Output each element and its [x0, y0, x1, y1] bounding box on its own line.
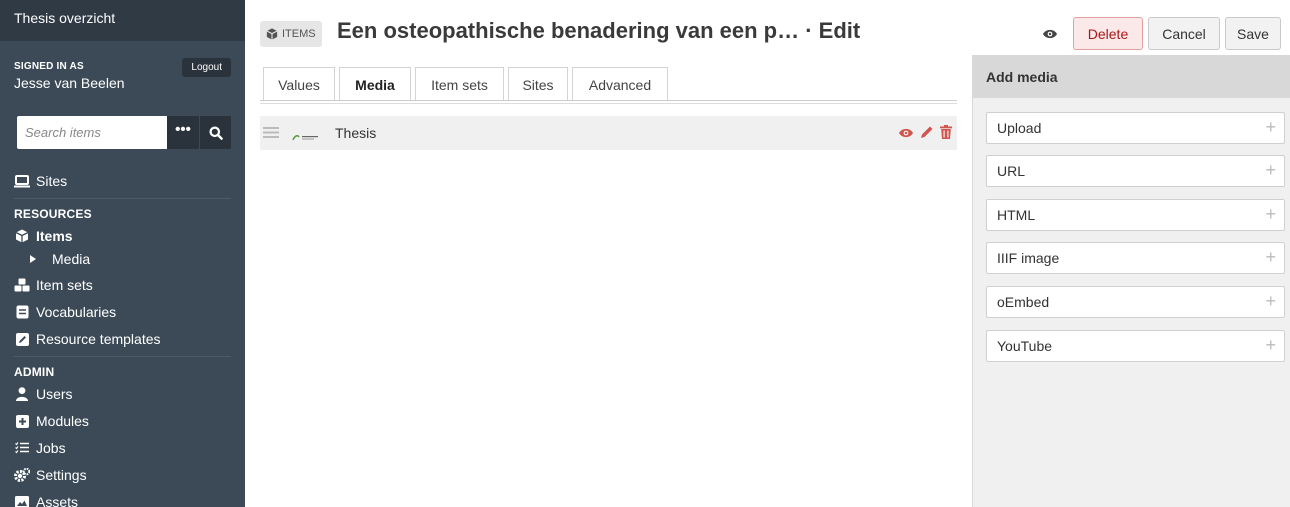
tab-advanced[interactable]: Advanced — [572, 67, 668, 101]
eye-icon — [1043, 29, 1057, 39]
media-list-item: Thesis — [260, 116, 957, 150]
nav-modules[interactable]: Modules — [14, 413, 89, 429]
add-url-label: URL — [997, 163, 1026, 179]
cubes-icon — [14, 278, 30, 292]
site-brand[interactable]: Thesis overzicht — [0, 0, 245, 41]
cancel-button[interactable]: Cancel — [1148, 17, 1220, 50]
add-media-heading: Add media — [973, 55, 1290, 98]
pencil-icon[interactable] — [920, 125, 934, 144]
resource-type-label: ITEMS — [282, 28, 316, 40]
add-oembed-button[interactable]: oEmbed + — [986, 286, 1285, 318]
plus-square-icon — [14, 414, 30, 428]
tab-media[interactable]: Media — [339, 67, 411, 101]
save-button[interactable]: Save — [1225, 17, 1281, 50]
add-media-panel: Add media Upload + URL + HTML + IIIF image +… — [972, 55, 1290, 507]
search-form: Search items ••• — [17, 116, 231, 149]
nav-sites-label: Sites — [36, 173, 68, 189]
nav-jobs-label: Jobs — [36, 440, 66, 456]
nav-assets-label: Assets — [36, 494, 79, 507]
divider — [14, 356, 231, 357]
plus-icon: + — [1265, 247, 1276, 267]
add-youtube-button[interactable]: YouTube + — [986, 330, 1285, 362]
cube-icon — [14, 229, 30, 243]
add-html-button[interactable]: HTML + — [986, 199, 1285, 231]
tab-item-sets[interactable]: Item sets — [415, 67, 504, 101]
user-icon — [14, 387, 30, 401]
tasks-icon — [14, 442, 30, 454]
nav-assets[interactable]: Assets — [14, 494, 78, 507]
add-upload-button[interactable]: Upload + — [986, 112, 1285, 144]
divider — [14, 198, 231, 199]
add-oembed-label: oEmbed — [997, 294, 1050, 310]
plus-icon: + — [1265, 117, 1276, 137]
cube-icon — [266, 28, 278, 40]
nav-item-sets[interactable]: Item sets — [14, 277, 93, 293]
resource-type-tag: ITEMS — [260, 21, 322, 47]
tabs-border — [260, 100, 957, 101]
caret-right-icon — [28, 255, 38, 263]
search-input[interactable]: Search items — [17, 116, 167, 149]
search-button[interactable] — [200, 116, 231, 149]
nav-vocabularies-label: Vocabularies — [36, 304, 117, 320]
cogs-icon — [14, 468, 30, 482]
nav-items[interactable]: Items — [14, 228, 73, 244]
drag-handle-icon[interactable] — [263, 126, 279, 144]
image-icon — [14, 496, 30, 507]
nav-vocabularies[interactable]: Vocabularies — [14, 304, 116, 320]
laptop-icon — [14, 174, 30, 188]
nav-media-label: Media — [52, 251, 91, 267]
eye-icon[interactable] — [898, 126, 914, 144]
plus-icon: + — [1265, 335, 1276, 355]
tabs-border — [260, 103, 957, 104]
add-iiif-image-button[interactable]: IIIF image + — [986, 242, 1285, 274]
media-thumbnail — [292, 129, 322, 147]
plus-icon: + — [1265, 160, 1276, 180]
resources-heading: RESOURCES — [14, 207, 92, 221]
view-public-button[interactable] — [1042, 27, 1058, 45]
logout-button[interactable]: Logout — [182, 58, 231, 77]
plus-icon: + — [1265, 291, 1276, 311]
plus-icon: + — [1265, 204, 1276, 224]
page-title: Een osteopathische benadering van een p…… — [337, 18, 861, 43]
nav-items-label: Items — [36, 228, 73, 244]
nav-media[interactable]: Media — [28, 251, 90, 267]
nav-resource-templates[interactable]: Resource templates — [14, 331, 161, 347]
tab-values[interactable]: Values — [263, 67, 335, 101]
add-youtube-label: YouTube — [997, 338, 1053, 354]
user-name[interactable]: Jesse van Beelen — [14, 75, 231, 91]
nav-settings-label: Settings — [36, 467, 87, 483]
advanced-search-button[interactable]: ••• — [167, 116, 199, 149]
nav-users[interactable]: Users — [14, 386, 73, 402]
media-actions — [898, 125, 952, 144]
delete-button[interactable]: Delete — [1073, 17, 1143, 50]
pencil-square-icon — [14, 332, 30, 346]
trash-icon[interactable] — [940, 125, 952, 144]
add-iiif-image-label: IIIF image — [997, 250, 1060, 266]
media-title[interactable]: Thesis — [335, 125, 376, 141]
add-upload-label: Upload — [997, 120, 1042, 136]
nav-settings[interactable]: Settings — [14, 467, 87, 483]
tab-sites[interactable]: Sites — [508, 67, 568, 101]
book-icon — [14, 305, 30, 319]
add-url-button[interactable]: URL + — [986, 155, 1285, 187]
admin-heading: ADMIN — [14, 365, 55, 379]
nav-sites[interactable]: Sites — [14, 173, 67, 189]
nav-jobs[interactable]: Jobs — [14, 440, 66, 456]
nav-item-sets-label: Item sets — [36, 277, 93, 293]
nav-modules-label: Modules — [36, 413, 89, 429]
search-icon — [209, 126, 223, 140]
nav-users-label: Users — [36, 386, 73, 402]
nav-resource-templates-label: Resource templates — [36, 331, 161, 347]
sidebar: Thesis overzicht SIGNED IN AS Jesse van … — [0, 0, 245, 507]
add-html-label: HTML — [997, 207, 1036, 223]
